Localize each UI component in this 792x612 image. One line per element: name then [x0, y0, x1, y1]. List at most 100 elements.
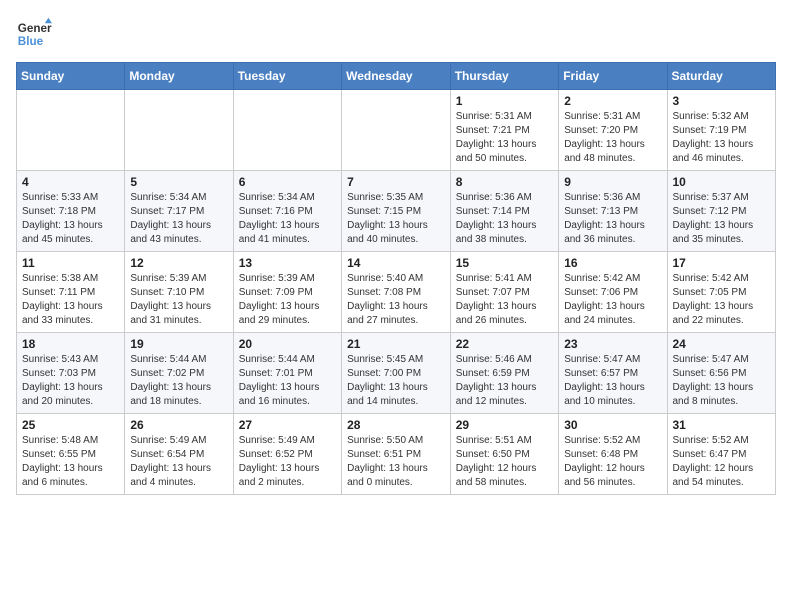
- calendar-cell: 17 Sunrise: 5:42 AM Sunset: 7:05 PM Dayli…: [667, 252, 776, 333]
- calendar-cell: 20Sunrise: 5:44 AM Sunset: 7:01 PM Dayli…: [233, 333, 341, 414]
- calendar-cell: 21Sunrise: 5:45 AM Sunset: 7:00 PM Dayli…: [342, 333, 451, 414]
- calendar-week-3: 11 Sunrise: 5:38 AM Sunset: 7:11 PM Dayli…: [17, 252, 776, 333]
- day-info: Sunrise: 5:31 AM Sunset: 7:20 PM Dayligh…: [564, 110, 661, 166]
- day-number: 2: [564, 94, 661, 108]
- day-info: Sunrise: 5:39 AM Sunset: 7:09 PM Dayligh…: [239, 272, 336, 328]
- day-number: 24: [673, 337, 771, 351]
- calendar-cell: 29 Sunrise: 5:51 AM Sunset: 6:50 PM Dayli…: [450, 414, 558, 495]
- calendar-cell: [233, 90, 341, 171]
- day-info: Sunrise: 5:47 AM Sunset: 6:57 PM Dayligh…: [564, 353, 661, 409]
- day-info: Sunrise: 5:52 AM Sunset: 6:48 PM Dayligh…: [564, 434, 661, 490]
- day-info: Sunrise: 5:36 AM Sunset: 7:14 PM Dayligh…: [456, 191, 553, 247]
- day-info: Sunrise: 5:34 AM Sunset: 7:17 PM Dayligh…: [130, 191, 227, 247]
- day-number: 6: [239, 175, 336, 189]
- day-info: Sunrise: 5:48 AM Sunset: 6:55 PM Dayligh…: [22, 434, 119, 490]
- calendar-cell: 5 Sunrise: 5:34 AM Sunset: 7:17 PM Daylig…: [125, 171, 233, 252]
- day-info: Sunrise: 5:38 AM Sunset: 7:11 PM Dayligh…: [22, 272, 119, 328]
- calendar-cell: 14 Sunrise: 5:40 AM Sunset: 7:08 PM Dayli…: [342, 252, 451, 333]
- day-info: Sunrise: 5:42 AM Sunset: 7:05 PM Dayligh…: [673, 272, 771, 328]
- col-header-saturday: Saturday: [667, 63, 776, 90]
- calendar-cell: 19 Sunrise: 5:44 AM Sunset: 7:02 PM Dayli…: [125, 333, 233, 414]
- logo: General Blue: [16, 16, 56, 52]
- day-number: 19: [130, 337, 227, 351]
- day-info: Sunrise: 5:37 AM Sunset: 7:12 PM Dayligh…: [673, 191, 771, 247]
- calendar-cell: 30 Sunrise: 5:52 AM Sunset: 6:48 PM Dayli…: [559, 414, 667, 495]
- day-info: Sunrise: 5:43 AM Sunset: 7:03 PM Dayligh…: [22, 353, 119, 409]
- calendar-cell: 10 Sunrise: 5:37 AM Sunset: 7:12 PM Dayli…: [667, 171, 776, 252]
- calendar-cell: 1Sunrise: 5:31 AM Sunset: 7:21 PM Daylig…: [450, 90, 558, 171]
- day-info: Sunrise: 5:49 AM Sunset: 6:54 PM Dayligh…: [130, 434, 227, 490]
- day-info: Sunrise: 5:34 AM Sunset: 7:16 PM Dayligh…: [239, 191, 336, 247]
- calendar-cell: 24 Sunrise: 5:47 AM Sunset: 6:56 PM Dayli…: [667, 333, 776, 414]
- day-info: Sunrise: 5:32 AM Sunset: 7:19 PM Dayligh…: [673, 110, 771, 166]
- col-header-thursday: Thursday: [450, 63, 558, 90]
- day-number: 22: [456, 337, 553, 351]
- day-info: Sunrise: 5:51 AM Sunset: 6:50 PM Dayligh…: [456, 434, 553, 490]
- day-info: Sunrise: 5:39 AM Sunset: 7:10 PM Dayligh…: [130, 272, 227, 328]
- day-info: Sunrise: 5:35 AM Sunset: 7:15 PM Dayligh…: [347, 191, 445, 247]
- calendar-week-5: 25Sunrise: 5:48 AM Sunset: 6:55 PM Dayli…: [17, 414, 776, 495]
- day-info: Sunrise: 5:40 AM Sunset: 7:08 PM Dayligh…: [347, 272, 445, 328]
- col-header-friday: Friday: [559, 63, 667, 90]
- day-info: Sunrise: 5:52 AM Sunset: 6:47 PM Dayligh…: [673, 434, 771, 490]
- calendar-cell: 16 Sunrise: 5:42 AM Sunset: 7:06 PM Dayli…: [559, 252, 667, 333]
- day-number: 26: [130, 418, 227, 432]
- calendar-week-2: 4Sunrise: 5:33 AM Sunset: 7:18 PM Daylig…: [17, 171, 776, 252]
- day-number: 29: [456, 418, 553, 432]
- calendar-cell: 28 Sunrise: 5:50 AM Sunset: 6:51 PM Dayli…: [342, 414, 451, 495]
- day-number: 28: [347, 418, 445, 432]
- day-number: 10: [673, 175, 771, 189]
- day-number: 9: [564, 175, 661, 189]
- day-number: 15: [456, 256, 553, 270]
- calendar-week-4: 18Sunrise: 5:43 AM Sunset: 7:03 PM Dayli…: [17, 333, 776, 414]
- day-number: 4: [22, 175, 119, 189]
- calendar-cell: 18Sunrise: 5:43 AM Sunset: 7:03 PM Dayli…: [17, 333, 125, 414]
- day-info: Sunrise: 5:44 AM Sunset: 7:02 PM Dayligh…: [130, 353, 227, 409]
- col-header-sunday: Sunday: [17, 63, 125, 90]
- calendar-week-1: 1Sunrise: 5:31 AM Sunset: 7:21 PM Daylig…: [17, 90, 776, 171]
- day-info: Sunrise: 5:41 AM Sunset: 7:07 PM Dayligh…: [456, 272, 553, 328]
- calendar-cell: 4Sunrise: 5:33 AM Sunset: 7:18 PM Daylig…: [17, 171, 125, 252]
- col-header-tuesday: Tuesday: [233, 63, 341, 90]
- day-number: 21: [347, 337, 445, 351]
- day-number: 14: [347, 256, 445, 270]
- day-number: 12: [130, 256, 227, 270]
- svg-text:General: General: [18, 22, 52, 35]
- day-info: Sunrise: 5:31 AM Sunset: 7:21 PM Dayligh…: [456, 110, 553, 166]
- day-info: Sunrise: 5:46 AM Sunset: 6:59 PM Dayligh…: [456, 353, 553, 409]
- day-number: 8: [456, 175, 553, 189]
- calendar-cell: 6 Sunrise: 5:34 AM Sunset: 7:16 PM Daylig…: [233, 171, 341, 252]
- calendar-cell: 12 Sunrise: 5:39 AM Sunset: 7:10 PM Dayli…: [125, 252, 233, 333]
- col-header-wednesday: Wednesday: [342, 63, 451, 90]
- day-number: 16: [564, 256, 661, 270]
- calendar: SundayMondayTuesdayWednesdayThursdayFrid…: [16, 62, 776, 495]
- header: General Blue: [16, 16, 776, 52]
- calendar-cell: 3 Sunrise: 5:32 AM Sunset: 7:19 PM Daylig…: [667, 90, 776, 171]
- day-number: 23: [564, 337, 661, 351]
- day-number: 13: [239, 256, 336, 270]
- calendar-header-row: SundayMondayTuesdayWednesdayThursdayFrid…: [17, 63, 776, 90]
- calendar-cell: 13 Sunrise: 5:39 AM Sunset: 7:09 PM Dayli…: [233, 252, 341, 333]
- calendar-cell: 26 Sunrise: 5:49 AM Sunset: 6:54 PM Dayli…: [125, 414, 233, 495]
- svg-text:Blue: Blue: [18, 35, 44, 48]
- calendar-cell: 27Sunrise: 5:49 AM Sunset: 6:52 PM Dayli…: [233, 414, 341, 495]
- day-number: 30: [564, 418, 661, 432]
- logo-icon: General Blue: [16, 16, 52, 52]
- calendar-cell: 31 Sunrise: 5:52 AM Sunset: 6:47 PM Dayli…: [667, 414, 776, 495]
- day-info: Sunrise: 5:36 AM Sunset: 7:13 PM Dayligh…: [564, 191, 661, 247]
- day-number: 31: [673, 418, 771, 432]
- calendar-cell: 2 Sunrise: 5:31 AM Sunset: 7:20 PM Daylig…: [559, 90, 667, 171]
- day-info: Sunrise: 5:50 AM Sunset: 6:51 PM Dayligh…: [347, 434, 445, 490]
- day-number: 5: [130, 175, 227, 189]
- day-info: Sunrise: 5:47 AM Sunset: 6:56 PM Dayligh…: [673, 353, 771, 409]
- day-number: 3: [673, 94, 771, 108]
- day-number: 20: [239, 337, 336, 351]
- calendar-cell: 25Sunrise: 5:48 AM Sunset: 6:55 PM Dayli…: [17, 414, 125, 495]
- calendar-cell: [17, 90, 125, 171]
- calendar-cell: [342, 90, 451, 171]
- day-number: 27: [239, 418, 336, 432]
- day-info: Sunrise: 5:42 AM Sunset: 7:06 PM Dayligh…: [564, 272, 661, 328]
- calendar-cell: [125, 90, 233, 171]
- day-number: 11: [22, 256, 119, 270]
- day-number: 17: [673, 256, 771, 270]
